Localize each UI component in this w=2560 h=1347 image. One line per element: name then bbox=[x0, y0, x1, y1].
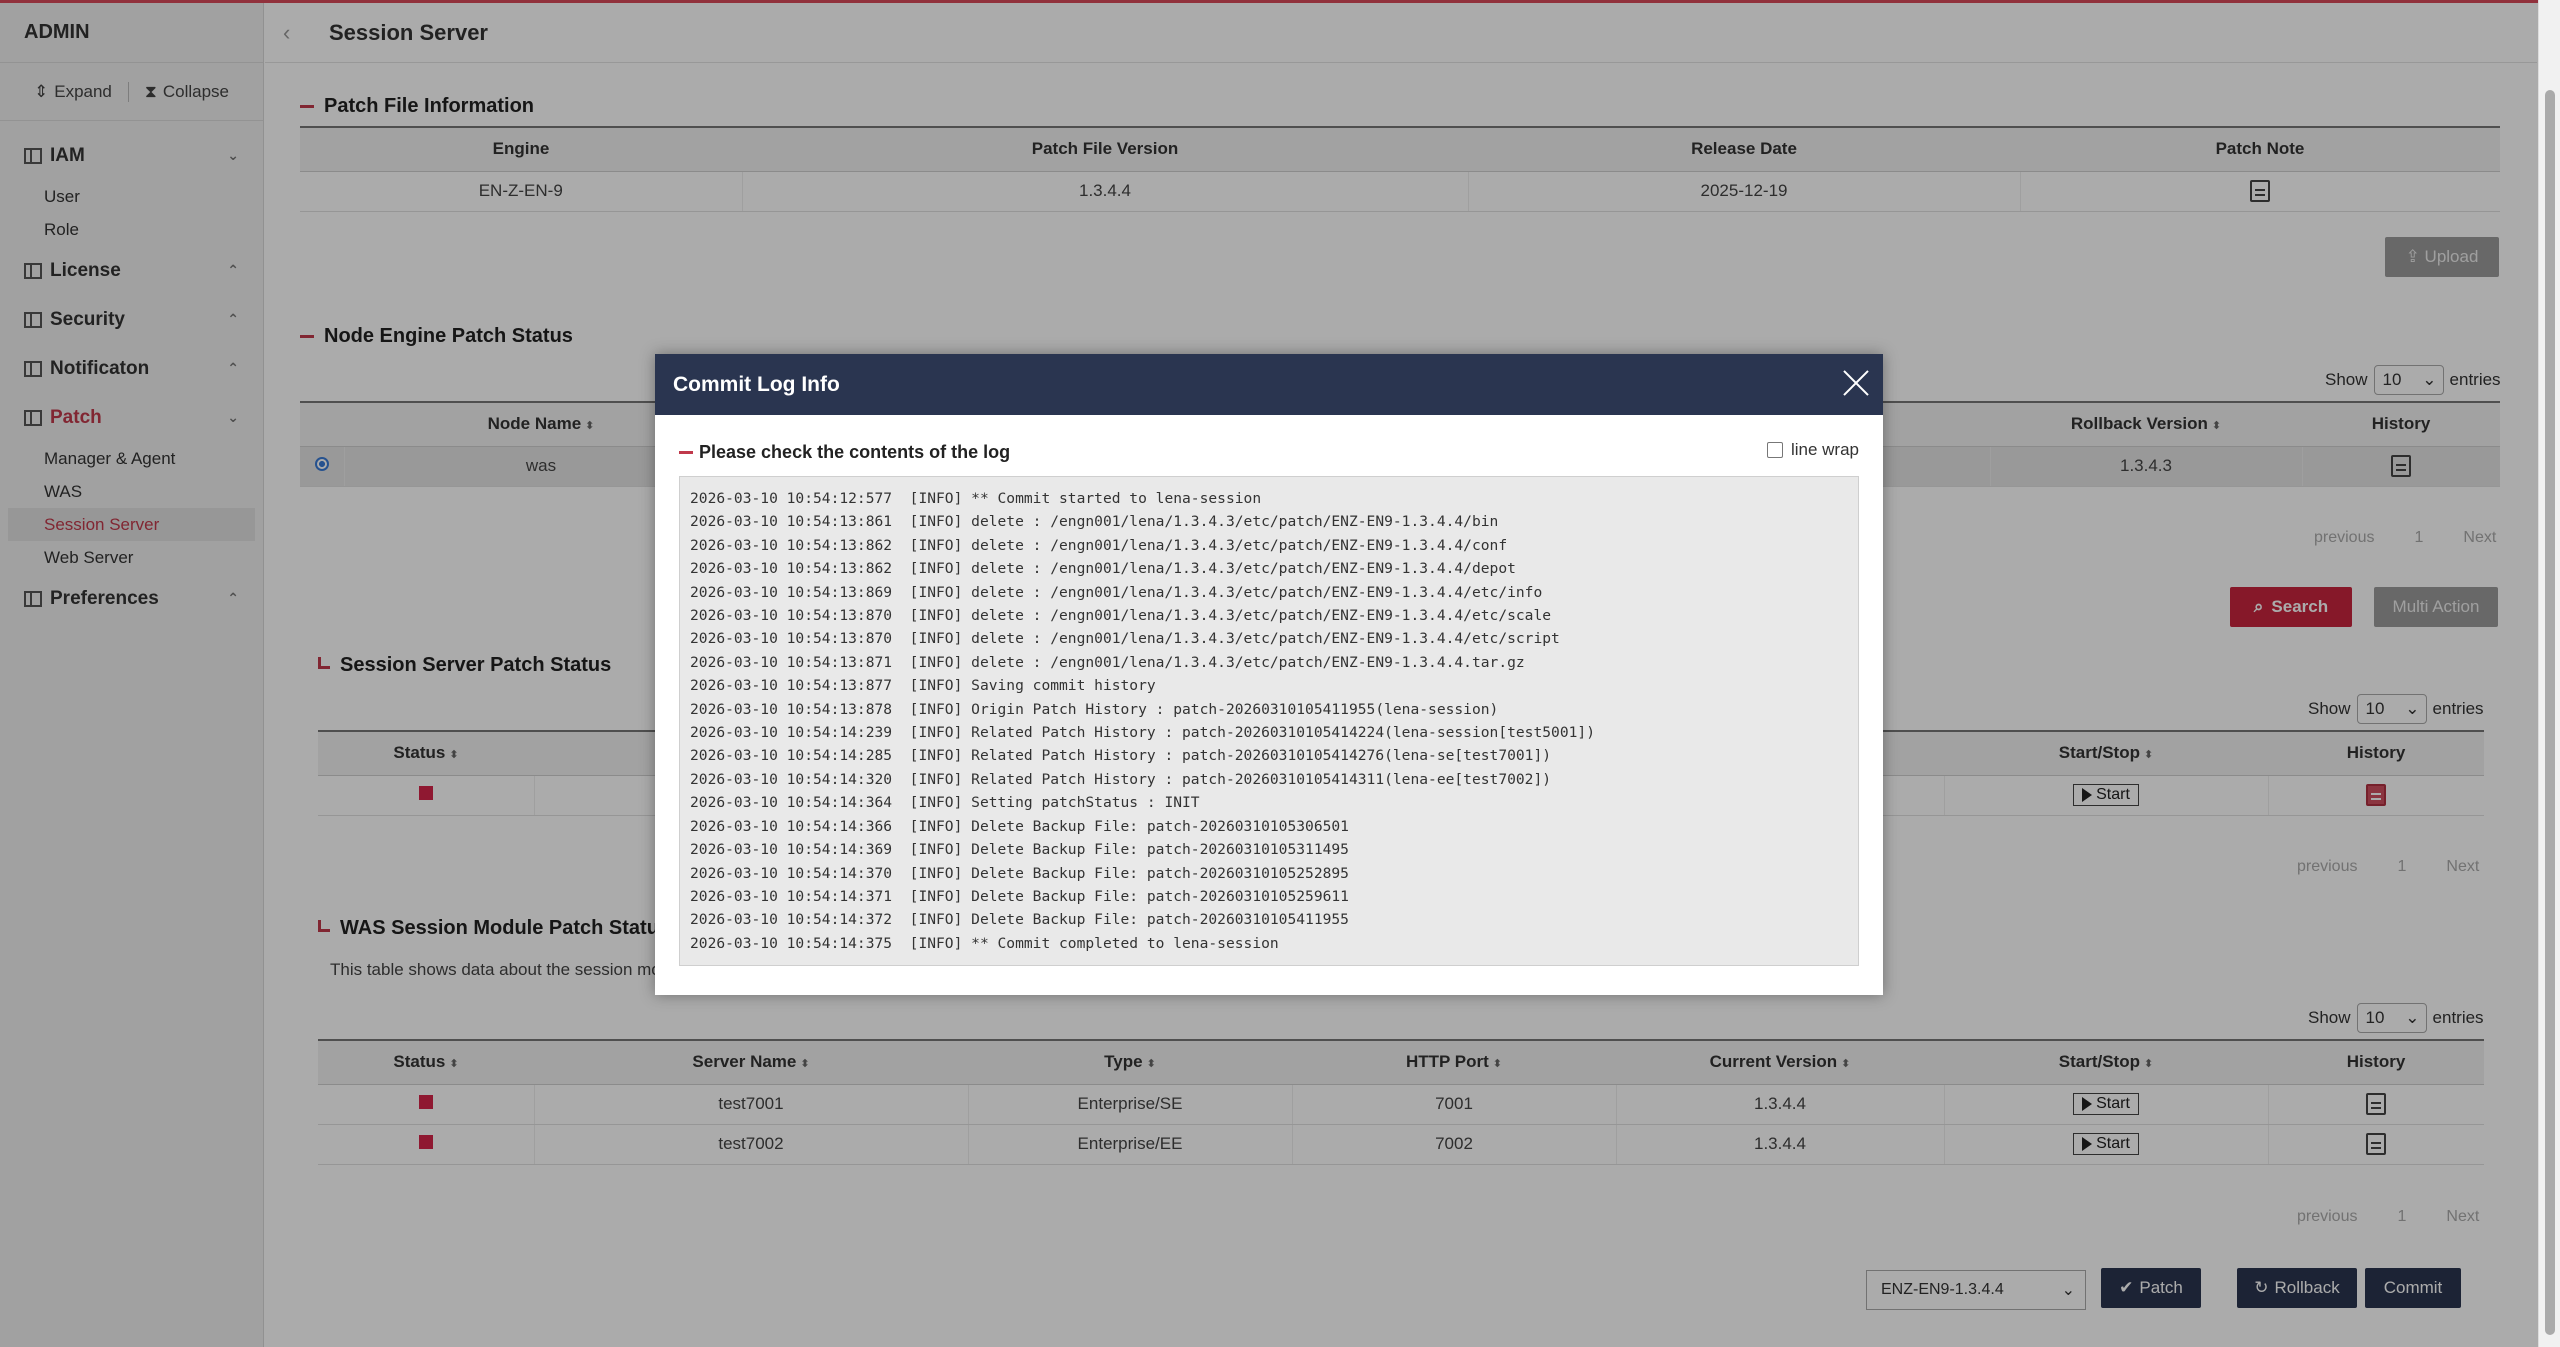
log-viewer[interactable]: 2026-03-10 10:54:12:577 [INFO] ** Commit… bbox=[679, 476, 1859, 966]
page-scrollbar[interactable] bbox=[2538, 0, 2560, 1347]
log-line: 2026-03-10 10:54:14:366 [INFO] Delete Ba… bbox=[690, 817, 1349, 835]
log-line: 2026-03-10 10:54:14:371 [INFO] Delete Ba… bbox=[690, 887, 1349, 905]
log-line: 2026-03-10 10:54:14:372 [INFO] Delete Ba… bbox=[690, 911, 1349, 929]
log-line: 2026-03-10 10:54:13:862 [INFO] delete : … bbox=[690, 560, 1516, 578]
log-line: 2026-03-10 10:54:13:870 [INFO] delete : … bbox=[690, 630, 1560, 648]
log-line: 2026-03-10 10:54:13:870 [INFO] delete : … bbox=[690, 607, 1552, 625]
close-icon[interactable] bbox=[1841, 368, 1871, 398]
log-line: 2026-03-10 10:54:14:375 [INFO] ** Commit… bbox=[690, 934, 1279, 952]
log-line: 2026-03-10 10:54:13:862 [INFO] delete : … bbox=[690, 536, 1508, 554]
log-line: 2026-03-10 10:54:14:369 [INFO] Delete Ba… bbox=[690, 841, 1349, 859]
modal-header: Commit Log Info bbox=[655, 354, 1883, 415]
log-line: 2026-03-10 10:54:13:877 [INFO] Saving co… bbox=[690, 677, 1156, 695]
line-wrap-label: line wrap bbox=[1790, 440, 1859, 459]
modal-subtitle: Please check the contents of the log bbox=[679, 442, 1010, 463]
scrollbar-thumb[interactable] bbox=[2545, 90, 2555, 1335]
log-line: 2026-03-10 10:54:14:320 [INFO] Related P… bbox=[690, 770, 1552, 788]
modal-title: Commit Log Info bbox=[673, 372, 840, 396]
section-marker bbox=[679, 451, 693, 454]
line-wrap-checkbox[interactable] bbox=[1766, 442, 1783, 458]
line-wrap-option[interactable]: line wrap bbox=[1766, 440, 1859, 460]
log-line: 2026-03-10 10:54:13:861 [INFO] delete : … bbox=[690, 513, 1499, 531]
log-line: 2026-03-10 10:54:14:285 [INFO] Related P… bbox=[690, 747, 1552, 765]
log-line: 2026-03-10 10:54:14:370 [INFO] Delete Ba… bbox=[690, 864, 1349, 882]
modal-subtitle-text: Please check the contents of the log bbox=[699, 442, 1011, 462]
log-line: 2026-03-10 10:54:12:577 [INFO] ** Commit… bbox=[690, 490, 1262, 507]
log-line: 2026-03-10 10:54:14:239 [INFO] Related P… bbox=[690, 724, 1595, 742]
log-line: 2026-03-10 10:54:13:871 [INFO] delete : … bbox=[690, 653, 1525, 671]
commit-log-modal: Commit Log Info Please check the content… bbox=[655, 354, 1883, 995]
log-line: 2026-03-10 10:54:14:364 [INFO] Setting p… bbox=[690, 794, 1200, 812]
log-line: 2026-03-10 10:54:13:869 [INFO] delete : … bbox=[690, 583, 1543, 601]
log-line: 2026-03-10 10:54:13:878 [INFO] Origin Pa… bbox=[690, 700, 1499, 718]
